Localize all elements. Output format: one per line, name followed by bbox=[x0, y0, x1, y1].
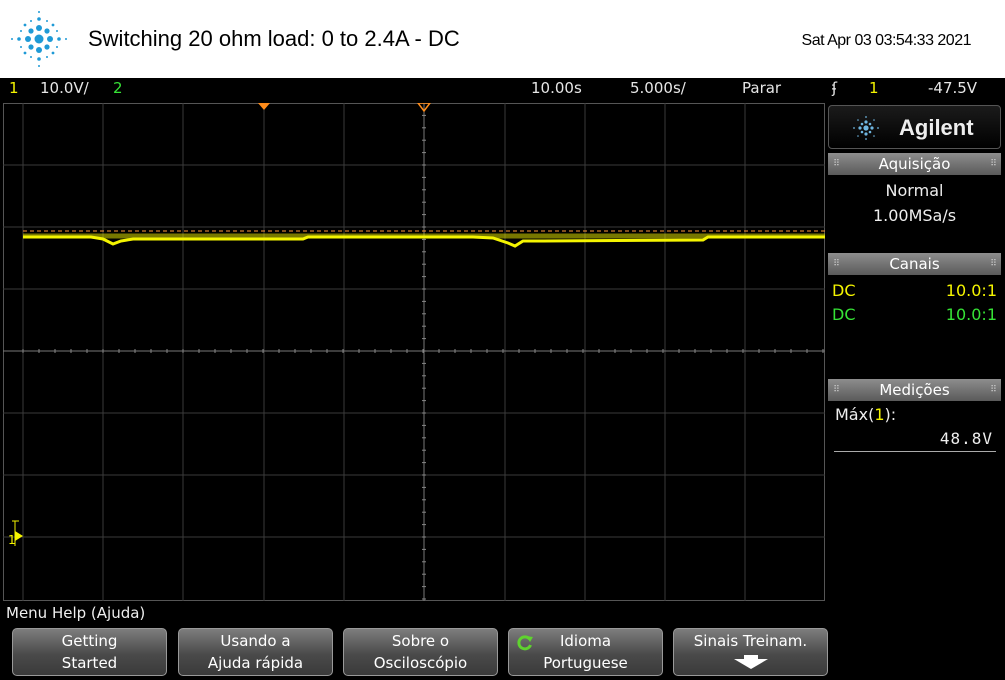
report-header: Switching 20 ohm load: 0 to 2.4A - DC Sa… bbox=[0, 0, 1005, 78]
oscilloscope-screen: 1 10.0V/ 2 10.00s 5.000s/ Parar ʄ 1 -47.… bbox=[0, 78, 1005, 680]
grip-icon: ⠿ bbox=[833, 259, 840, 269]
right-info-panel: Agilent ⠿ Aquisição ⠿ Normal 1.00MSa/s ⠿… bbox=[828, 103, 1001, 601]
grip-icon: ⠿ bbox=[833, 159, 840, 169]
measurements-header[interactable]: ⠿ Medições ⠿ bbox=[828, 379, 1001, 401]
svg-text:1: 1 bbox=[8, 533, 16, 547]
screenshot-title: Switching 20 ohm load: 0 to 2.4A - DC bbox=[88, 26, 460, 51]
acquisition-mode: Normal bbox=[885, 181, 944, 200]
ch1-probe-ratio: 10.0:1 bbox=[945, 281, 997, 300]
language-button[interactable]: Idioma Portuguese bbox=[508, 628, 663, 676]
training-signals-button[interactable]: Sinais Treinam. bbox=[673, 628, 828, 676]
time-scale[interactable]: 5.000s/ bbox=[630, 79, 686, 97]
trigger-level[interactable]: -47.5V bbox=[928, 79, 977, 97]
grip-icon: ⠿ bbox=[990, 385, 997, 395]
ch2-number[interactable]: 2 bbox=[113, 79, 123, 97]
brand-banner: Agilent bbox=[828, 105, 1001, 149]
measurement-divider bbox=[834, 451, 996, 452]
grip-icon: ⠿ bbox=[990, 159, 997, 169]
ch1-scale[interactable]: 10.0V/ bbox=[40, 79, 89, 97]
ch1-number[interactable]: 1 bbox=[9, 79, 19, 97]
waveform-graticule[interactable]: 1 bbox=[3, 103, 825, 601]
brand-name: Agilent bbox=[899, 115, 974, 140]
ch2-probe-ratio: 10.0:1 bbox=[945, 305, 997, 324]
about-oscilloscope-button[interactable]: Sobre o Osciloscópio bbox=[343, 628, 498, 676]
rotate-knob-icon bbox=[517, 635, 533, 651]
quick-help-button[interactable]: Usando a Ajuda rápida bbox=[178, 628, 333, 676]
softkey-bar: Getting Started Usando a Ajuda rápida So… bbox=[0, 626, 1005, 680]
measurement-label: Máx(1): bbox=[835, 405, 897, 424]
trigger-source[interactable]: 1 bbox=[869, 79, 879, 97]
screenshot-timestamp: Sat Apr 03 03:54:33 2021 bbox=[801, 32, 972, 49]
channels-header[interactable]: ⠿ Canais ⠿ bbox=[828, 253, 1001, 275]
grip-icon: ⠿ bbox=[990, 259, 997, 269]
status-bar: 1 10.0V/ 2 10.00s 5.000s/ Parar ʄ 1 -47.… bbox=[0, 78, 1005, 100]
ch1-coupling: DC bbox=[832, 281, 856, 300]
agilent-spark-icon bbox=[853, 116, 879, 140]
menu-title: Menu Help (Ajuda) bbox=[6, 604, 146, 622]
ch2-coupling: DC bbox=[832, 305, 856, 324]
down-arrow-icon bbox=[734, 659, 768, 669]
agilent-spark-icon bbox=[11, 11, 67, 67]
trigger-edge-icon: ʄ bbox=[832, 79, 838, 97]
sample-rate: 1.00MSa/s bbox=[872, 206, 957, 225]
acquisition-header[interactable]: ⠿ Aquisição ⠿ bbox=[828, 153, 1001, 175]
measurement-source: 1 bbox=[874, 405, 885, 424]
time-delay[interactable]: 10.00s bbox=[531, 79, 582, 97]
run-state[interactable]: Parar bbox=[742, 79, 781, 97]
getting-started-button[interactable]: Getting Started bbox=[12, 628, 167, 676]
measurement-value: 48.8V bbox=[939, 429, 993, 448]
grip-icon: ⠿ bbox=[833, 385, 840, 395]
